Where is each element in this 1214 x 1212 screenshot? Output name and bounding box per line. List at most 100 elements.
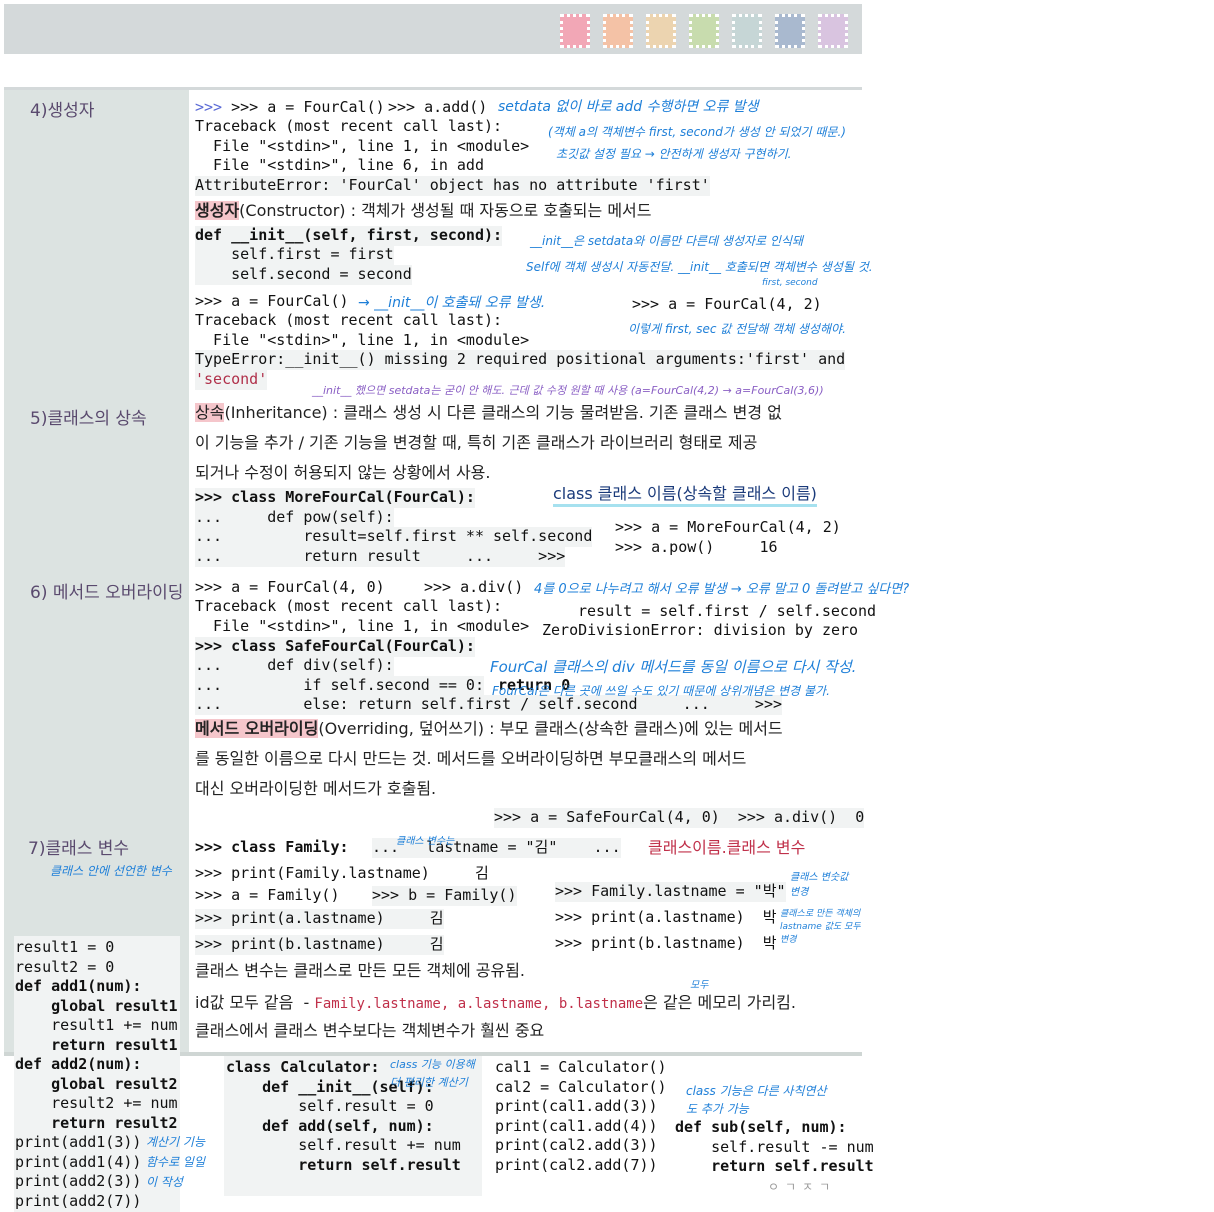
code-line: print(cal2.add(7)) bbox=[495, 1155, 658, 1174]
definition-text: 이 기능을 추가 / 기존 기능을 변경할 때, 특히 기존 클래스가 라이브러… bbox=[195, 433, 758, 452]
annotation: FourCal은 다른 곳에 쓰일 수도 있기 때문에 상위개념은 변경 불가. bbox=[492, 684, 830, 698]
code-line: File "<stdin>", line 1, in <module> bbox=[195, 137, 530, 155]
code-line: 'second' bbox=[195, 370, 268, 390]
code-line: File "<stdin>", line 1, in <module> bbox=[195, 617, 530, 635]
code-line: return self.result bbox=[226, 1155, 461, 1174]
syntax-note: class 클래스 이름(상속할 클래스 이름) bbox=[553, 480, 817, 507]
swatch bbox=[560, 14, 590, 48]
summary-text: id값 모두 같음 - Family.lastname, a.lastname,… bbox=[195, 993, 796, 1012]
code-line: >>> print(Family.lastname) 김 bbox=[195, 864, 489, 882]
code-line: ... if self.second == 0: bbox=[195, 676, 484, 696]
code-line: global result2 bbox=[15, 1074, 178, 1093]
code-line: result2 += num bbox=[15, 1094, 178, 1112]
code-line: Traceback (most recent call last): bbox=[195, 597, 503, 615]
code-line: self.result = 0 bbox=[226, 1097, 434, 1115]
definition-text: 를 동일한 이름으로 다시 만드는 것. 메서드를 오버라이딩하면 부모클래스의… bbox=[195, 749, 747, 768]
code-line: >>> a.add() bbox=[388, 98, 488, 116]
annotation: 초깃값 설정 필요 → 안전하게 생성자 구현하기. bbox=[556, 147, 792, 161]
signature: ㅇㄱㅈㄱ bbox=[768, 1180, 837, 1194]
section-heading-class-variable: 7)클래스 변수 bbox=[28, 839, 130, 859]
code-line: >>> print(a.lastname) 김 bbox=[195, 909, 444, 929]
code-line: def __init__(self, first, second): bbox=[195, 226, 503, 246]
code-line: def add2(num): bbox=[15, 1055, 142, 1073]
annotation: → __init__이 호출돼 오류 발생. bbox=[358, 295, 546, 311]
code-line: >>> print(b.lastname) 박 bbox=[555, 934, 777, 952]
code-line: cal2 = Calculator() bbox=[495, 1077, 667, 1096]
annotation: 클래스 변수는 bbox=[396, 836, 455, 847]
code-line: self.result += num bbox=[226, 1136, 461, 1154]
code-block-sub: def sub(self, num): self.result -= num r… bbox=[675, 1118, 874, 1177]
code-line: print(cal1.add(4)) bbox=[495, 1116, 658, 1135]
code-line: >>> print(b.lastname) 김 bbox=[195, 935, 444, 955]
code-line: >>> a = SafeFourCal(4, 0) >>> a.div() 0 bbox=[494, 808, 865, 828]
code-line: >>> class MoreFourCal(FourCal): bbox=[195, 488, 475, 508]
code-line: self.second = second bbox=[195, 265, 412, 285]
swatch bbox=[818, 14, 848, 48]
code-line: def add(self, num): bbox=[226, 1116, 434, 1135]
definition-constructor: 생성자(Constructor) : 객체가 생성될 때 자동으로 호출되는 메… bbox=[195, 201, 652, 220]
code-line: def add1(num): bbox=[15, 977, 142, 995]
annotation: (객체 a의 객체변수 first, second가 생성 안 되었기 때문.) bbox=[548, 125, 846, 139]
code-line: >>> a.div() bbox=[424, 578, 524, 596]
annotation: class 기능은 다른 사칙연산도 추가 가능 bbox=[686, 1084, 827, 1116]
code-line: Traceback (most recent call last): bbox=[195, 311, 503, 329]
code-line: AttributeError: 'FourCal' object has no … bbox=[195, 176, 710, 196]
definition-text: 되거나 수정이 허용되지 않는 상황에서 사용. bbox=[195, 463, 491, 482]
definition-text: 대신 오버라이딩한 메서드가 호출됨. bbox=[195, 779, 437, 798]
section-heading-constructor: 4)생성자 bbox=[30, 101, 95, 121]
code-line: global result1 bbox=[15, 996, 178, 1015]
definition-inheritance: 상속(Inheritance) : 클래스 생성 시 다른 클래스의 기능 물려… bbox=[195, 403, 782, 422]
code-line: print(cal1.add(3)) bbox=[495, 1097, 658, 1115]
code-line: ... def pow(self): bbox=[195, 508, 394, 528]
code-line: return self.result bbox=[675, 1157, 874, 1175]
summary-text: 클래스에서 클래스 변수보다는 객체변수가 훨씬 중요 bbox=[195, 1021, 545, 1040]
annotation: 이렇게 first, sec 값 전달해 객체 생성해야. bbox=[628, 322, 846, 336]
code-line: >>> print(a.lastname) 박 bbox=[555, 908, 777, 926]
code-line: >>> a = MoreFourCal(4, 2) bbox=[615, 518, 841, 536]
code-line: print(cal2.add(3)) bbox=[495, 1136, 658, 1154]
code-line: cal1 = Calculator() bbox=[495, 1058, 667, 1076]
code-line: self.first = first bbox=[195, 245, 394, 265]
code-line: result1 = 0 bbox=[15, 938, 115, 956]
swatch bbox=[732, 14, 762, 48]
code-line: ... def div(self): bbox=[195, 656, 394, 676]
code-line: result = self.first / self.second bbox=[578, 602, 877, 620]
definition-overriding: 메서드 오버라이딩(Overriding, 덮어쓰기) : 부모 클래스(상속한… bbox=[195, 719, 783, 738]
annotation: class 기능 이용해 더 편리한 계산기 bbox=[390, 1058, 475, 1089]
code-line: self.result -= num bbox=[675, 1137, 874, 1156]
annotation: 클래스 변숫값 변경 bbox=[790, 872, 849, 898]
code-block-calls: cal1 = Calculator() cal2 = Calculator() pr… bbox=[495, 1058, 667, 1175]
code-line: >>> class Family: bbox=[195, 838, 349, 856]
annotation: 모두 bbox=[690, 980, 709, 991]
code-line: >>> a = FourCal() bbox=[195, 292, 349, 310]
code-line: >>> Family.lastname = "박" bbox=[555, 882, 786, 902]
annotation: __init__은 setdata와 이름만 다른데 생성자로 인식돼 bbox=[530, 234, 804, 248]
header-bar bbox=[4, 4, 862, 54]
code-line: def sub(self, num): bbox=[675, 1118, 847, 1136]
swatch bbox=[689, 14, 719, 48]
code-line: return result1 bbox=[15, 1035, 178, 1054]
code-line: result1 += num bbox=[15, 1016, 178, 1034]
annotation: 4를 0으로 나누려고 해서 오류 발생 → 오류 말고 0 돌려받고 싶다면? bbox=[534, 582, 910, 597]
section-heading-inheritance: 5)클래스의 상속 bbox=[30, 409, 147, 429]
summary-text: 클래스 변수는 클래스로 만든 모든 객체에 공유됨. bbox=[195, 961, 526, 980]
code-line: print(add2(7)) bbox=[15, 1191, 142, 1210]
annotation: 계산기 기능 함수로 일일이 작성 bbox=[146, 1135, 206, 1189]
code-line: ... return result ... >>> bbox=[195, 547, 566, 567]
code-line: Traceback (most recent call last): bbox=[195, 117, 503, 135]
annotation: __init__ 했으면 setdata는 굳이 안 해도. 근데 값 수정 원… bbox=[312, 384, 824, 397]
code-line: >>> >>> a = FourCal() bbox=[195, 98, 385, 116]
code-line: >>> a = FourCal(4, 2) bbox=[632, 295, 822, 313]
code-line: return result2 bbox=[15, 1113, 178, 1132]
section-heading-overriding: 6) 메서드 오버라이딩 bbox=[30, 583, 184, 603]
code-line: ... result=self.first ** self.second bbox=[195, 527, 593, 547]
code-line: result2 = 0 bbox=[15, 957, 115, 976]
code-line: File "<stdin>", line 1, in <module> bbox=[195, 331, 530, 349]
code-line: >>> class SafeFourCal(FourCal): bbox=[195, 637, 475, 657]
annotation: 클래스로 만든 객체의 lastname 값도 모두 변경 bbox=[780, 909, 861, 945]
swatch bbox=[775, 14, 805, 48]
section-subheading: 클래스 안에 선언한 변수 bbox=[50, 864, 172, 878]
label: 클래스이름.클래스 변수 bbox=[648, 838, 806, 857]
swatch bbox=[646, 14, 676, 48]
code-line: >>> a = FourCal(4, 0) bbox=[195, 578, 385, 596]
